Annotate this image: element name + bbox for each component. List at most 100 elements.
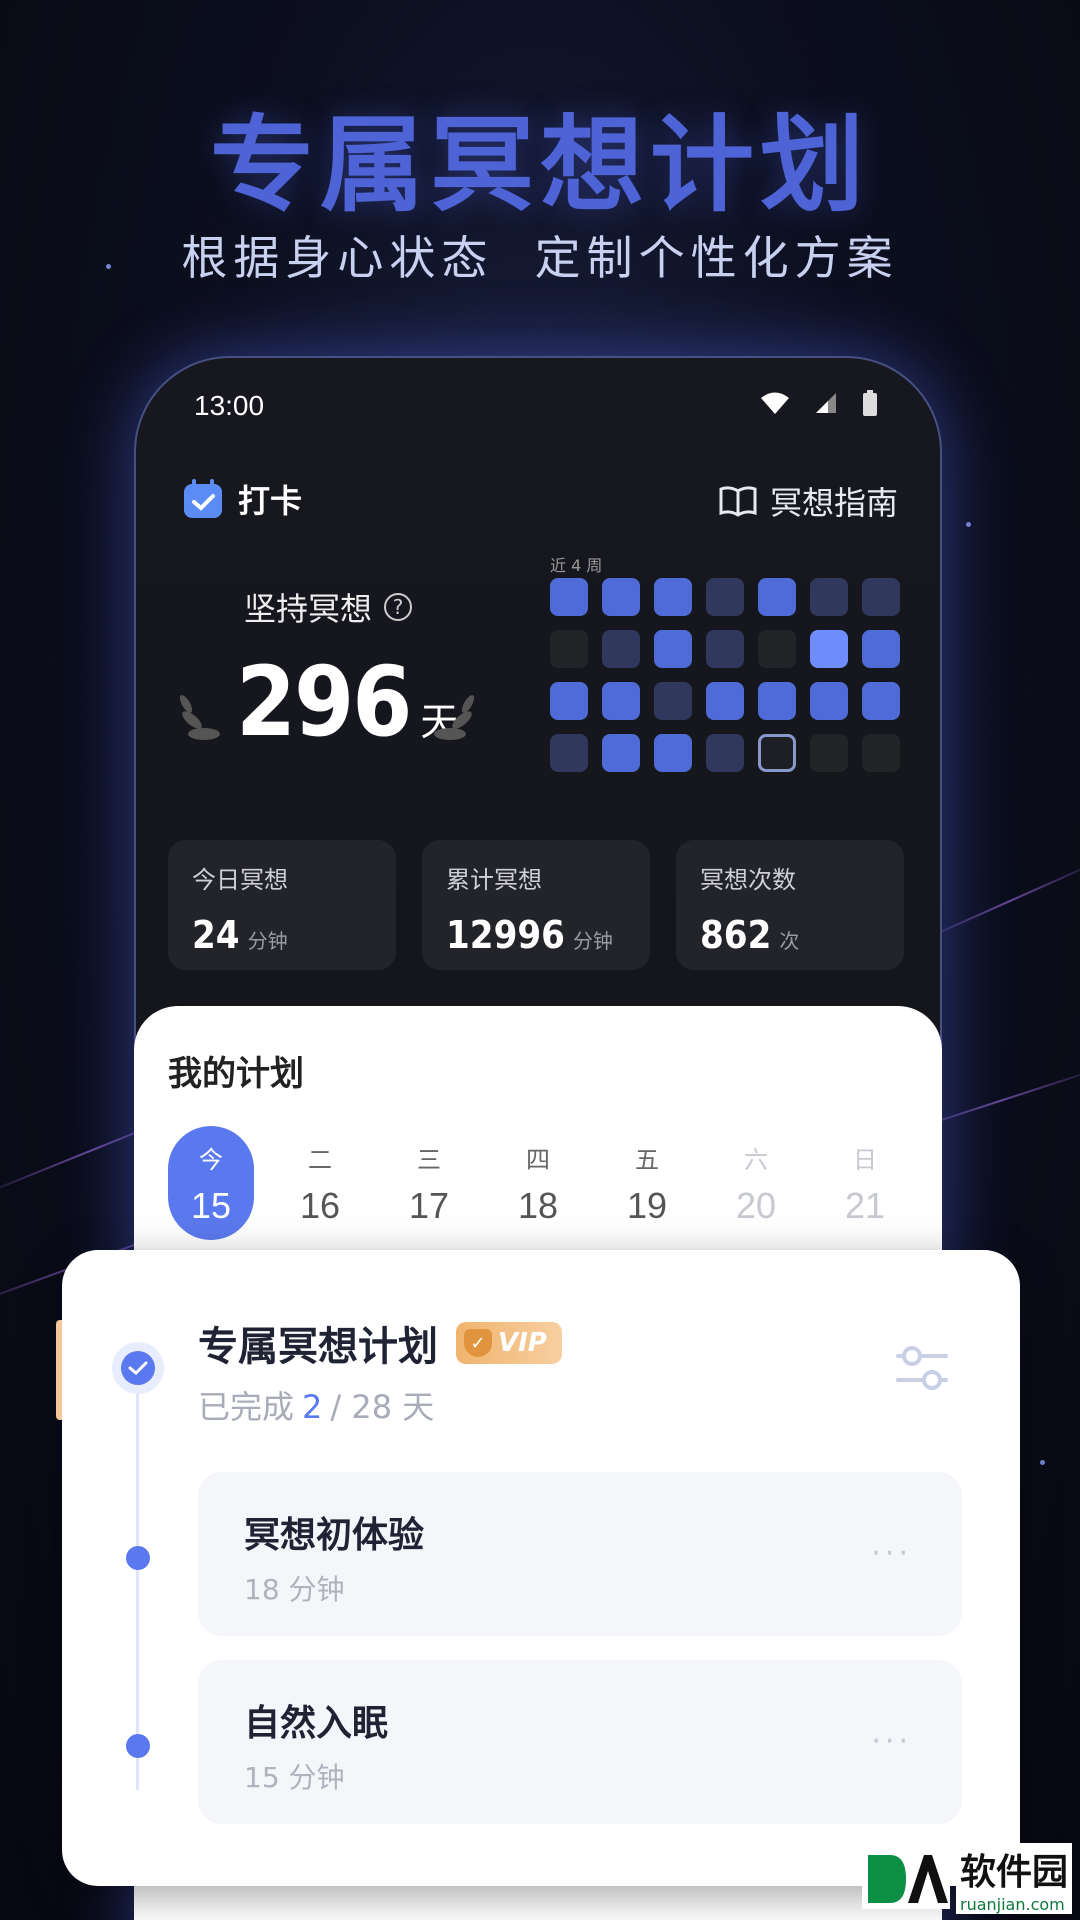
activity-cell [810, 734, 848, 772]
meditation-guide-label: 冥想指南 [769, 484, 898, 522]
help-icon[interactable]: ? [384, 593, 413, 621]
activity-cell [654, 630, 692, 668]
stat-label: 冥想次数 [700, 866, 796, 894]
day-item-16[interactable]: 二 16 [277, 1126, 363, 1240]
watermark-main-text: 软件园 [955, 1843, 1072, 1895]
meditation-guide-button[interactable]: 冥想指南 [718, 478, 898, 524]
activity-cell [810, 630, 848, 668]
activity-cell [810, 682, 848, 720]
streak-days-number: 296 [236, 646, 412, 758]
hero-subtitle: 根据身心状态 定制个性化方案 [181, 231, 899, 285]
watermark-logo [861, 1848, 950, 1909]
status-icons [760, 390, 878, 416]
activity-cell [758, 630, 796, 668]
activity-cell [550, 734, 588, 772]
progress-done: 2 [302, 1388, 323, 1426]
stat-label: 累计冥想 [446, 866, 542, 894]
stat-unit: 分钟 [572, 929, 613, 953]
cellular-signal-icon [816, 393, 836, 413]
laurel-left-icon [179, 695, 220, 740]
recent-weeks-label: 近 4 周 [550, 556, 603, 575]
watermark: 软件园 ruanjian.com [861, 1843, 1072, 1914]
plan-progress: 已完成 2 / 28 天 [198, 1382, 434, 1428]
progress-total: / 28 天 [330, 1388, 435, 1426]
streak-value: 296 天 [236, 646, 458, 758]
plan-detail-card: 专属冥想计划 ✓ VIP 已完成 2 / 28 天 冥想初体验 18 分钟 ··… [56, 1250, 1020, 1886]
stat-label: 今日冥想 [192, 866, 288, 894]
checkin-button[interactable]: 打卡 [182, 476, 302, 522]
session-name: 自然入眠 [244, 1703, 389, 1744]
more-options-icon[interactable]: ··· [871, 1724, 912, 1759]
activity-cell [550, 578, 588, 616]
activity-cell [810, 578, 848, 616]
card-edge-accent [56, 1320, 62, 1420]
timeline-line [136, 1370, 139, 1790]
streak-title: 坚持冥想 ? [244, 584, 413, 630]
adjust-settings-icon[interactable] [894, 1340, 950, 1396]
day-item-19[interactable]: 五 19 [604, 1126, 690, 1240]
plan-name: 专属冥想计划 [198, 1324, 438, 1370]
streak-label: 坚持冥想 [244, 590, 373, 628]
book-icon [719, 486, 757, 517]
activity-cell [602, 630, 640, 668]
activity-cell [602, 682, 640, 720]
stat-value: 12996 [446, 913, 565, 957]
session-item[interactable]: 自然入眠 15 分钟 ··· [198, 1660, 962, 1824]
activity-grid [550, 578, 900, 772]
timeline-node [126, 1546, 150, 1570]
activity-cell [862, 682, 900, 720]
activity-cell [550, 682, 588, 720]
activity-cell [862, 734, 900, 772]
checkin-label: 打卡 [238, 482, 303, 520]
session-duration: 18 分钟 [244, 1573, 345, 1606]
stat-unit: 分钟 [247, 929, 288, 953]
day-date: 17 [408, 1184, 450, 1226]
my-plan-title: 我的计划 [168, 1054, 304, 1094]
more-options-icon[interactable]: ··· [871, 1536, 912, 1571]
completed-check-icon [112, 1342, 164, 1394]
hero-title: 专属冥想计划 [209, 104, 870, 226]
week-day-selector: 今 15 二 16 三 17 四 18 五 19 六 20 日 21 [168, 1126, 908, 1240]
plan-card-title: 专属冥想计划 ✓ VIP [198, 1314, 562, 1372]
day-date: 20 [735, 1184, 777, 1226]
activity-cell [654, 578, 692, 616]
stat-card-today[interactable]: 今日冥想 24 分钟 [168, 840, 396, 970]
activity-cell-today [758, 734, 796, 772]
day-item-17[interactable]: 三 17 [386, 1126, 472, 1240]
status-time: 13:00 [194, 390, 265, 421]
day-item-15[interactable]: 今 15 [168, 1126, 254, 1240]
session-duration: 15 分钟 [244, 1761, 345, 1794]
day-item-21[interactable]: 日 21 [822, 1126, 908, 1240]
activity-cell [862, 630, 900, 668]
stat-value: 24 [192, 913, 240, 957]
progress-prefix: 已完成 [198, 1388, 295, 1426]
activity-cell [706, 682, 744, 720]
battery-icon [863, 390, 877, 416]
wifi-icon [761, 392, 789, 414]
activity-cell [706, 578, 744, 616]
vip-shield-icon: ✓ [464, 1329, 492, 1357]
day-item-20[interactable]: 六 20 [713, 1126, 799, 1240]
activity-cell [654, 682, 692, 720]
activity-cell [602, 578, 640, 616]
day-date: 21 [844, 1184, 886, 1226]
timeline-node [126, 1734, 150, 1758]
activity-cell [758, 682, 796, 720]
activity-cell [654, 734, 692, 772]
stats-row: 今日冥想 24 分钟 累计冥想 12996 分钟 冥想次数 862 次 [168, 840, 904, 970]
background-star [1040, 1460, 1045, 1465]
session-name: 冥想初体验 [244, 1515, 425, 1556]
day-item-18[interactable]: 四 18 [495, 1126, 581, 1240]
day-weekday: 五 [635, 1145, 659, 1174]
stat-unit: 次 [779, 929, 800, 953]
day-date: 18 [517, 1184, 559, 1226]
stat-card-total[interactable]: 累计冥想 12996 分钟 [422, 840, 650, 970]
vip-label: VIP [498, 1328, 547, 1358]
activity-cell [862, 578, 900, 616]
stat-card-count[interactable]: 冥想次数 862 次 [676, 840, 904, 970]
session-item[interactable]: 冥想初体验 18 分钟 ··· [198, 1472, 962, 1636]
day-weekday: 二 [308, 1145, 332, 1174]
day-date: 15 [190, 1184, 232, 1226]
day-weekday: 四 [526, 1145, 550, 1174]
activity-cell [602, 734, 640, 772]
